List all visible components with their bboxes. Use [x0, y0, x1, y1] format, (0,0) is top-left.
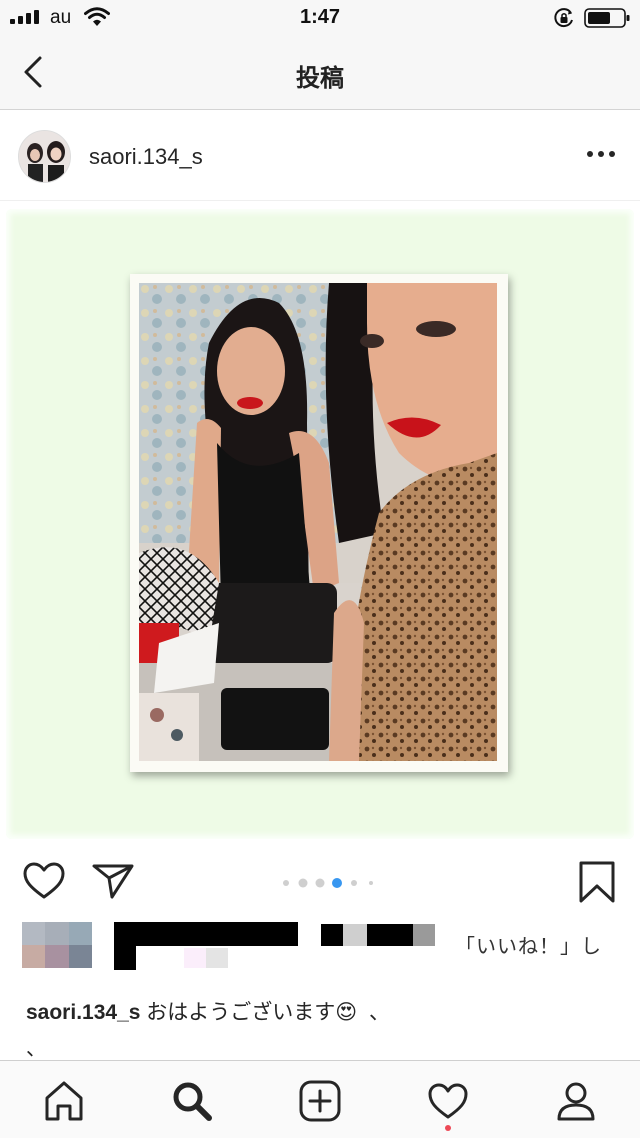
- add-icon[interactable]: [298, 1079, 342, 1123]
- post-actions: [0, 848, 640, 918]
- post-header: saori.134_s: [0, 111, 640, 201]
- search-icon[interactable]: [170, 1079, 214, 1123]
- photo-frame: [130, 274, 508, 772]
- bottom-tab-bar: [0, 1060, 640, 1138]
- home-icon[interactable]: [42, 1079, 86, 1123]
- heart-icon[interactable]: [22, 861, 66, 901]
- likes-text: 「いいね！」し: [455, 936, 602, 958]
- battery-icon: [584, 8, 630, 28]
- page-title: 投稿: [296, 65, 344, 92]
- carousel-indicator: [283, 878, 373, 888]
- liker-avatars-mosaic: [22, 922, 92, 968]
- photo: [139, 283, 497, 761]
- caption-username[interactable]: saori.134_s: [26, 1001, 140, 1024]
- notification-dot: [445, 1125, 451, 1131]
- caption-emoji: 😍: [335, 1001, 358, 1024]
- clock: 1:47: [299, 6, 341, 28]
- redacted-liker-names: [114, 922, 435, 970]
- post-username[interactable]: saori.134_s: [89, 144, 203, 170]
- orientation-lock-icon: [554, 8, 573, 28]
- carousel-dot: [283, 880, 289, 886]
- profile-icon[interactable]: [554, 1079, 598, 1123]
- post-image[interactable]: [0, 202, 640, 847]
- caption: saori.134_s おはようございます😍 、: [26, 996, 626, 1026]
- send-icon[interactable]: [91, 860, 135, 900]
- likes-row[interactable]: 「いいね！」し: [0, 918, 640, 980]
- carousel-dot: [298, 878, 308, 888]
- caption-suffix: 、: [369, 1001, 391, 1024]
- carousel-dot-active: [332, 878, 342, 888]
- caption-text: おはようございます: [146, 1001, 336, 1024]
- caption-continuation: 、: [26, 1038, 46, 1060]
- nav-header: 投稿: [0, 36, 640, 110]
- avatar[interactable]: [18, 130, 71, 183]
- activity-icon[interactable]: [426, 1079, 470, 1123]
- carousel-dot: [369, 881, 373, 885]
- carousel-dot: [315, 878, 325, 888]
- carousel-dot: [351, 880, 357, 886]
- status-bar: au 1:47: [0, 0, 640, 36]
- bookmark-icon[interactable]: [578, 860, 616, 904]
- more-horizontal-icon[interactable]: [586, 146, 616, 162]
